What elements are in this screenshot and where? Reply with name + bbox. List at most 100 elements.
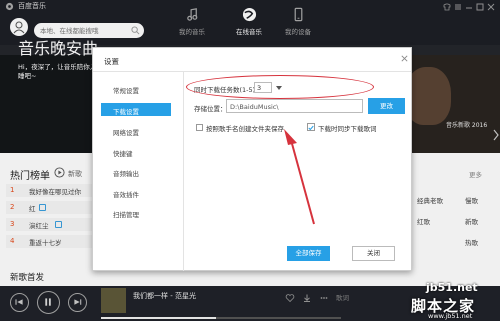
sidebar-item-audio-output[interactable]: 音频输出: [101, 165, 171, 178]
song-title: 我好像在哪见过你: [29, 188, 81, 196]
tab-label: 我的设备: [285, 28, 311, 36]
chart-tag[interactable]: 慢歌: [465, 195, 478, 205]
close-icon[interactable]: [486, 2, 496, 12]
watermark-domain: jb51.net: [426, 281, 478, 294]
music-note-icon: [186, 8, 197, 21]
checkbox-label: 按照歌手名创建文件夹保存: [206, 125, 284, 133]
hot-chart-list: 1 我好像在哪见过你 2 红 3 演红尘 4 重返十七岁: [6, 184, 92, 252]
previous-button[interactable]: [10, 293, 29, 312]
previous-icon: [15, 299, 23, 305]
now-playing-title[interactable]: 我们都一样 - 范星光: [133, 291, 196, 301]
heart-icon[interactable]: [285, 293, 295, 303]
sidebar-item-hotkeys[interactable]: 快捷键: [101, 145, 171, 158]
tab-label: 我的音乐: [179, 28, 205, 36]
section-title: 热门榜单: [10, 171, 50, 182]
play-circle-icon[interactable]: [54, 167, 65, 178]
tab-my-device[interactable]: 我的设备: [273, 7, 323, 41]
menu-icon[interactable]: [453, 2, 463, 12]
change-path-button[interactable]: 更改: [368, 98, 405, 114]
rank-number: 1: [10, 186, 15, 194]
tag-row: 红歌 新歌: [409, 211, 500, 232]
tag-row: 热歌: [409, 232, 500, 253]
list-item[interactable]: 3 演红尘: [6, 218, 92, 231]
dialog-title: 设置: [104, 57, 119, 66]
tab-label: 在线音乐: [236, 28, 262, 36]
song-title: 红: [29, 205, 36, 213]
chart-tag-grid: 经典老歌 慢歌 红歌 新歌 热歌: [409, 190, 500, 253]
app-title: 百度音乐: [18, 2, 46, 10]
list-item[interactable]: 1 我好像在哪见过你: [6, 184, 92, 197]
song-title: 重返十七岁: [29, 239, 62, 247]
more-link[interactable]: 更多: [469, 169, 482, 179]
banner-caption: 音乐新歌 2016: [446, 122, 488, 129]
chevron-right-icon[interactable]: [493, 129, 499, 141]
sidebar-item-scan[interactable]: 扫描管理: [101, 206, 171, 219]
song-title: 演红尘: [29, 222, 49, 230]
annotation-ellipse: [186, 75, 374, 99]
checkbox-label: 下载时同步下载歌词: [318, 125, 377, 133]
sidebar-item-label: 音效插件: [113, 191, 139, 199]
album-cover[interactable]: [101, 288, 126, 313]
tab-online-music[interactable]: 在线音乐: [224, 7, 274, 41]
phone-icon: [294, 7, 302, 22]
search-box: [34, 23, 144, 38]
search-input[interactable]: [40, 25, 132, 36]
sidebar-item-label: 快捷键: [113, 150, 133, 158]
globe-icon: [242, 7, 256, 22]
tag-row: 经典老歌 慢歌: [409, 190, 500, 211]
next-button[interactable]: [68, 293, 87, 312]
download-path-field[interactable]: D:\BaiduMusic\: [226, 99, 363, 113]
download-lyrics-checkbox[interactable]: [307, 123, 315, 131]
sidebar-item-label: 常规设置: [113, 87, 139, 95]
chart-tag[interactable]: 经典老歌: [417, 195, 443, 205]
sidebar-item-network[interactable]: 网络设置: [101, 124, 171, 137]
pause-button[interactable]: [37, 291, 60, 314]
list-item[interactable]: 2 红: [6, 201, 92, 214]
hq-badge-icon: [55, 221, 62, 228]
rank-number: 4: [10, 237, 15, 245]
hq-badge-icon: [39, 204, 46, 211]
settings-sidebar: 常规设置 下载设置 网络设置 快捷键 音频输出 音效插件 扫描管理: [93, 72, 183, 271]
new-songs-link[interactable]: 新歌: [68, 169, 82, 179]
download-icon[interactable]: [302, 293, 312, 303]
more-icon[interactable]: [319, 293, 329, 303]
sidebar-item-label: 扫描管理: [113, 211, 139, 219]
path-label: 存储位置：: [194, 105, 227, 113]
chart-tag[interactable]: 新歌: [465, 216, 478, 226]
close-icon[interactable]: [400, 54, 409, 63]
sidebar-item-label: 下载设置: [113, 108, 139, 116]
banner-headline: 音乐晚安曲: [18, 39, 99, 58]
sidebar-item-label: 音频输出: [113, 170, 139, 178]
minimize-icon[interactable]: [464, 2, 474, 12]
sidebar-item-label: 网络设置: [113, 129, 139, 137]
pause-icon: [45, 298, 51, 306]
chart-tag[interactable]: 热歌: [465, 237, 478, 247]
save-all-button[interactable]: 全部保存: [287, 246, 330, 261]
progress-fill: [101, 317, 217, 319]
maximize-icon[interactable]: [475, 2, 485, 12]
folder-by-artist-checkbox[interactable]: [196, 124, 203, 131]
divider: [183, 72, 184, 271]
settings-dialog: 设置 常规设置 下载设置 网络设置 快捷键 音频输出 音效插件 扫描管理 同时下…: [92, 47, 412, 271]
chart-tag[interactable]: 红歌: [417, 216, 430, 226]
progress-bar[interactable]: [101, 317, 341, 319]
lyrics-button[interactable]: 歌词: [336, 292, 349, 302]
watermark-url: www.jb51.net: [428, 312, 473, 320]
download-count-setting: 同时下载任务数(1-5) 3: [186, 75, 379, 100]
avatar[interactable]: [10, 18, 28, 36]
tab-my-music[interactable]: 我的音乐: [167, 7, 217, 41]
search-icon[interactable]: [131, 26, 140, 35]
next-icon: [74, 299, 82, 305]
skin-icon[interactable]: [442, 2, 452, 12]
app-logo-icon: [5, 2, 14, 11]
list-item[interactable]: 4 重返十七岁: [6, 235, 92, 248]
section-title: 新歌首发: [10, 273, 45, 283]
sidebar-item-general[interactable]: 常规设置: [101, 82, 171, 95]
rank-number: 3: [10, 220, 15, 228]
sidebar-item-download[interactable]: 下载设置: [101, 103, 171, 116]
close-button[interactable]: 关闭: [352, 246, 395, 261]
rank-number: 2: [10, 203, 15, 211]
banner-subtitle: Hi，夜深了，让音乐陪你入睡吧~: [18, 63, 97, 80]
checkmark-icon: [308, 125, 314, 131]
sidebar-item-effects[interactable]: 音效插件: [101, 186, 171, 199]
